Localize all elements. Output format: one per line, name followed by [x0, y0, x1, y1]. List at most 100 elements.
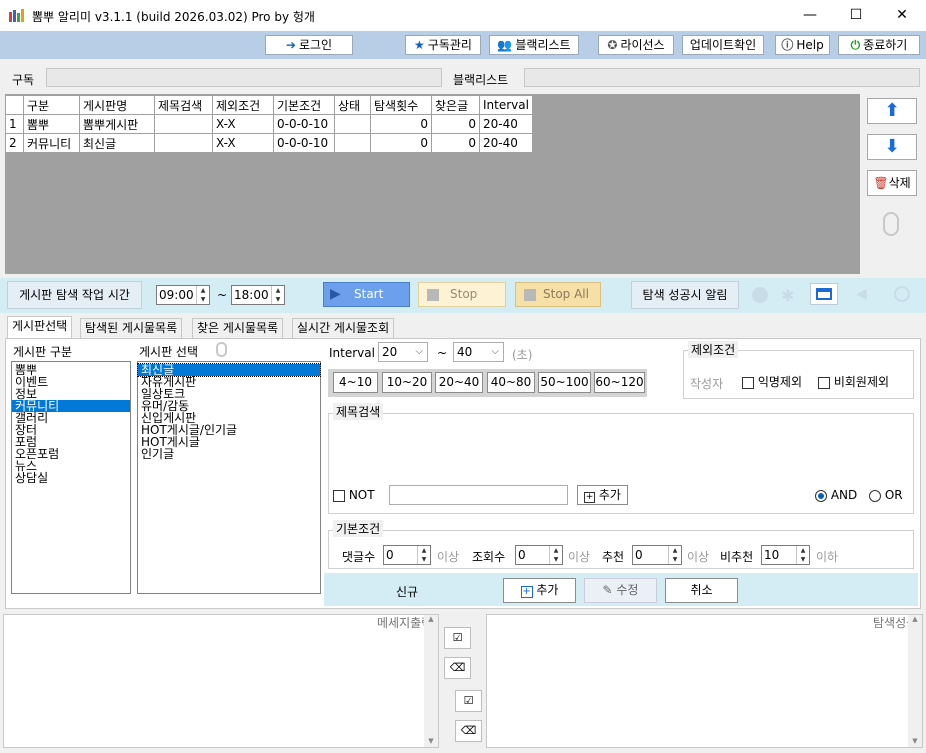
success-select-all-button[interactable]: ☑ [455, 690, 482, 712]
dislikes-input[interactable]: 10 ▲ ▼ [761, 545, 810, 565]
cell-board[interactable]: 최신글 [79, 133, 155, 153]
stop-button[interactable]: Stop [418, 282, 506, 307]
checkbox[interactable] [742, 376, 754, 389]
checkbox[interactable] [818, 376, 830, 389]
tab-realtime[interactable]: 실시간 게시물조회 [292, 318, 395, 338]
cancel-button[interactable]: 취소 [665, 578, 738, 603]
cell-title-search[interactable] [154, 133, 213, 153]
cell-found[interactable]: 0 [431, 114, 480, 134]
update-button[interactable]: 업데이트확인 [682, 35, 764, 55]
likes-input[interactable]: 0 ▲ ▼ [632, 545, 682, 565]
cell-exclude[interactable]: X-X [212, 114, 274, 134]
checkbox[interactable] [333, 489, 345, 502]
add-button[interactable]: + 추가 [503, 578, 576, 603]
cell-found[interactable]: 0 [431, 133, 480, 153]
and-radio[interactable]: AND [815, 488, 857, 502]
tab-board-select[interactable]: 게시판선택 [7, 316, 73, 338]
spin-arrows[interactable]: ▲ ▼ [668, 546, 681, 564]
views-input[interactable]: 0 ▲ ▼ [515, 545, 563, 565]
start-time-input[interactable]: 09:00 ▲ ▼ [156, 285, 210, 305]
blacklist-button[interactable]: 👥 블랙리스트 [489, 35, 579, 55]
interval-from-select[interactable]: 20 ⌵ [378, 342, 428, 362]
spin-arrows[interactable]: ▲ ▼ [196, 286, 209, 304]
cell-category[interactable]: 커뮤니티 [23, 133, 80, 153]
column-header[interactable]: 상태 [334, 95, 371, 115]
cell-title-search[interactable] [154, 114, 213, 134]
minimize-button[interactable]: — [787, 0, 833, 31]
cell-interval[interactable]: 20-40 [479, 133, 533, 153]
preset-button[interactable]: 60~120 [594, 372, 645, 393]
column-header[interactable]: 제목검색 [154, 95, 213, 115]
cell-board[interactable]: 뽐뿌게시판 [79, 114, 155, 134]
preset-button[interactable]: 4~10 [333, 372, 378, 393]
spin-arrows[interactable]: ▲ ▼ [417, 546, 430, 564]
column-header[interactable]: 구분 [23, 95, 80, 115]
help-button[interactable]: ⓘ Help [775, 35, 830, 55]
list-item[interactable]: 인기글 [138, 448, 320, 460]
not-checkbox[interactable]: NOT [333, 488, 375, 502]
speaker-icon[interactable]: ◀ [856, 286, 867, 302]
radio[interactable] [815, 489, 827, 502]
move-up-button[interactable]: ⬆ [867, 98, 917, 124]
spin-arrows[interactable]: ▲ ▼ [796, 546, 809, 564]
column-header[interactable]: 제외조건 [212, 95, 274, 115]
move-down-button[interactable]: ⬇ [867, 134, 917, 160]
tab-found-list[interactable]: 찾은 게시물목록 [192, 318, 284, 338]
radio[interactable] [869, 489, 881, 502]
cell-basic[interactable]: 0-0-0-10 [273, 133, 335, 153]
message-clear-button[interactable]: ⌫ [444, 657, 471, 679]
preset-button[interactable]: 10~20 [382, 372, 432, 393]
spin-arrows[interactable]: ▲ ▼ [549, 546, 562, 564]
cell-category[interactable]: 뽐뿌 [23, 114, 80, 134]
message-scrollbar[interactable]: ▲ ▼ [424, 615, 438, 747]
stop-all-button[interactable]: Stop All [515, 282, 601, 307]
message-output[interactable] [3, 614, 439, 748]
board-list[interactable]: 최신글 자유게시판 일상토크 유머/감동 신입게시판 HOT게시글/인기글 HO… [137, 361, 321, 594]
title-search-input[interactable] [389, 485, 568, 505]
cell-basic[interactable]: 0-0-0-10 [273, 114, 335, 134]
category-list[interactable]: 뽐뿌 이벤트 정보 커뮤니티 갤러리 장터 포럼 오픈포럼 뉴스 상담실 [11, 361, 131, 594]
license-button[interactable]: ✪ 라이선스 [598, 35, 674, 55]
table-row[interactable]: 1 뽐뿌 뽐뿌게시판 X-X 0-0-0-10 0 0 20-40 [5, 114, 533, 134]
cell-count[interactable]: 0 [370, 114, 432, 134]
mute-icon[interactable] [894, 286, 910, 302]
or-radio[interactable]: OR [869, 488, 903, 502]
alert-window-button[interactable] [810, 283, 838, 305]
maximize-button[interactable]: ☐ [833, 0, 879, 31]
column-header[interactable]: 게시판명 [79, 95, 155, 115]
start-button[interactable]: ▶ Start [323, 282, 410, 307]
interval-to-select[interactable]: 40 ⌵ [453, 342, 504, 362]
login-button[interactable]: ➔ 로그인 [265, 35, 353, 55]
alert-sound-icon[interactable] [752, 287, 768, 303]
preset-button[interactable]: 40~80 [487, 372, 535, 393]
cell-exclude[interactable]: X-X [212, 133, 274, 153]
success-output[interactable] [486, 614, 923, 748]
tab-explored-list[interactable]: 탐색된 게시물목록 [80, 318, 183, 338]
cell-interval[interactable]: 20-40 [479, 114, 533, 134]
close-button[interactable]: ✕ [879, 0, 925, 31]
title-add-button[interactable]: + 추가 [577, 485, 628, 505]
edit-button[interactable]: ✎ 수정 [584, 578, 657, 603]
subscribe-button[interactable]: ★ 구독관리 [405, 35, 481, 55]
delete-button[interactable]: 🗑삭제 [867, 170, 917, 196]
preset-button[interactable]: 20~40 [435, 372, 483, 393]
cell-count[interactable]: 0 [370, 133, 432, 153]
comments-input[interactable]: 0 ▲ ▼ [383, 545, 431, 565]
success-clear-button[interactable]: ⌫ [455, 720, 482, 742]
end-time-input[interactable]: 18:00 ▲ ▼ [231, 285, 285, 305]
cell-status[interactable] [334, 114, 371, 134]
column-header[interactable]: 찾은글 [431, 95, 480, 115]
nonmember-checkbox[interactable]: 비회원제외 [818, 373, 889, 390]
column-header[interactable]: 기본조건 [273, 95, 335, 115]
column-header[interactable]: Interval [479, 95, 533, 115]
cell-status[interactable] [334, 133, 371, 153]
anon-checkbox[interactable]: 익명제외 [742, 373, 802, 390]
list-item[interactable]: 상담실 [12, 472, 130, 484]
preset-button[interactable]: 50~100 [538, 372, 591, 393]
table-row[interactable]: 2 커뮤니티 최신글 X-X 0-0-0-10 0 0 20-40 [5, 133, 533, 153]
column-header[interactable]: 탐색횟수 [370, 95, 432, 115]
message-select-all-button[interactable]: ☑ [444, 627, 471, 649]
success-scrollbar[interactable]: ▲ ▼ [908, 615, 922, 747]
exit-button[interactable]: ⏻ 종료하기 [838, 35, 920, 55]
spin-arrows[interactable]: ▲ ▼ [271, 286, 284, 304]
